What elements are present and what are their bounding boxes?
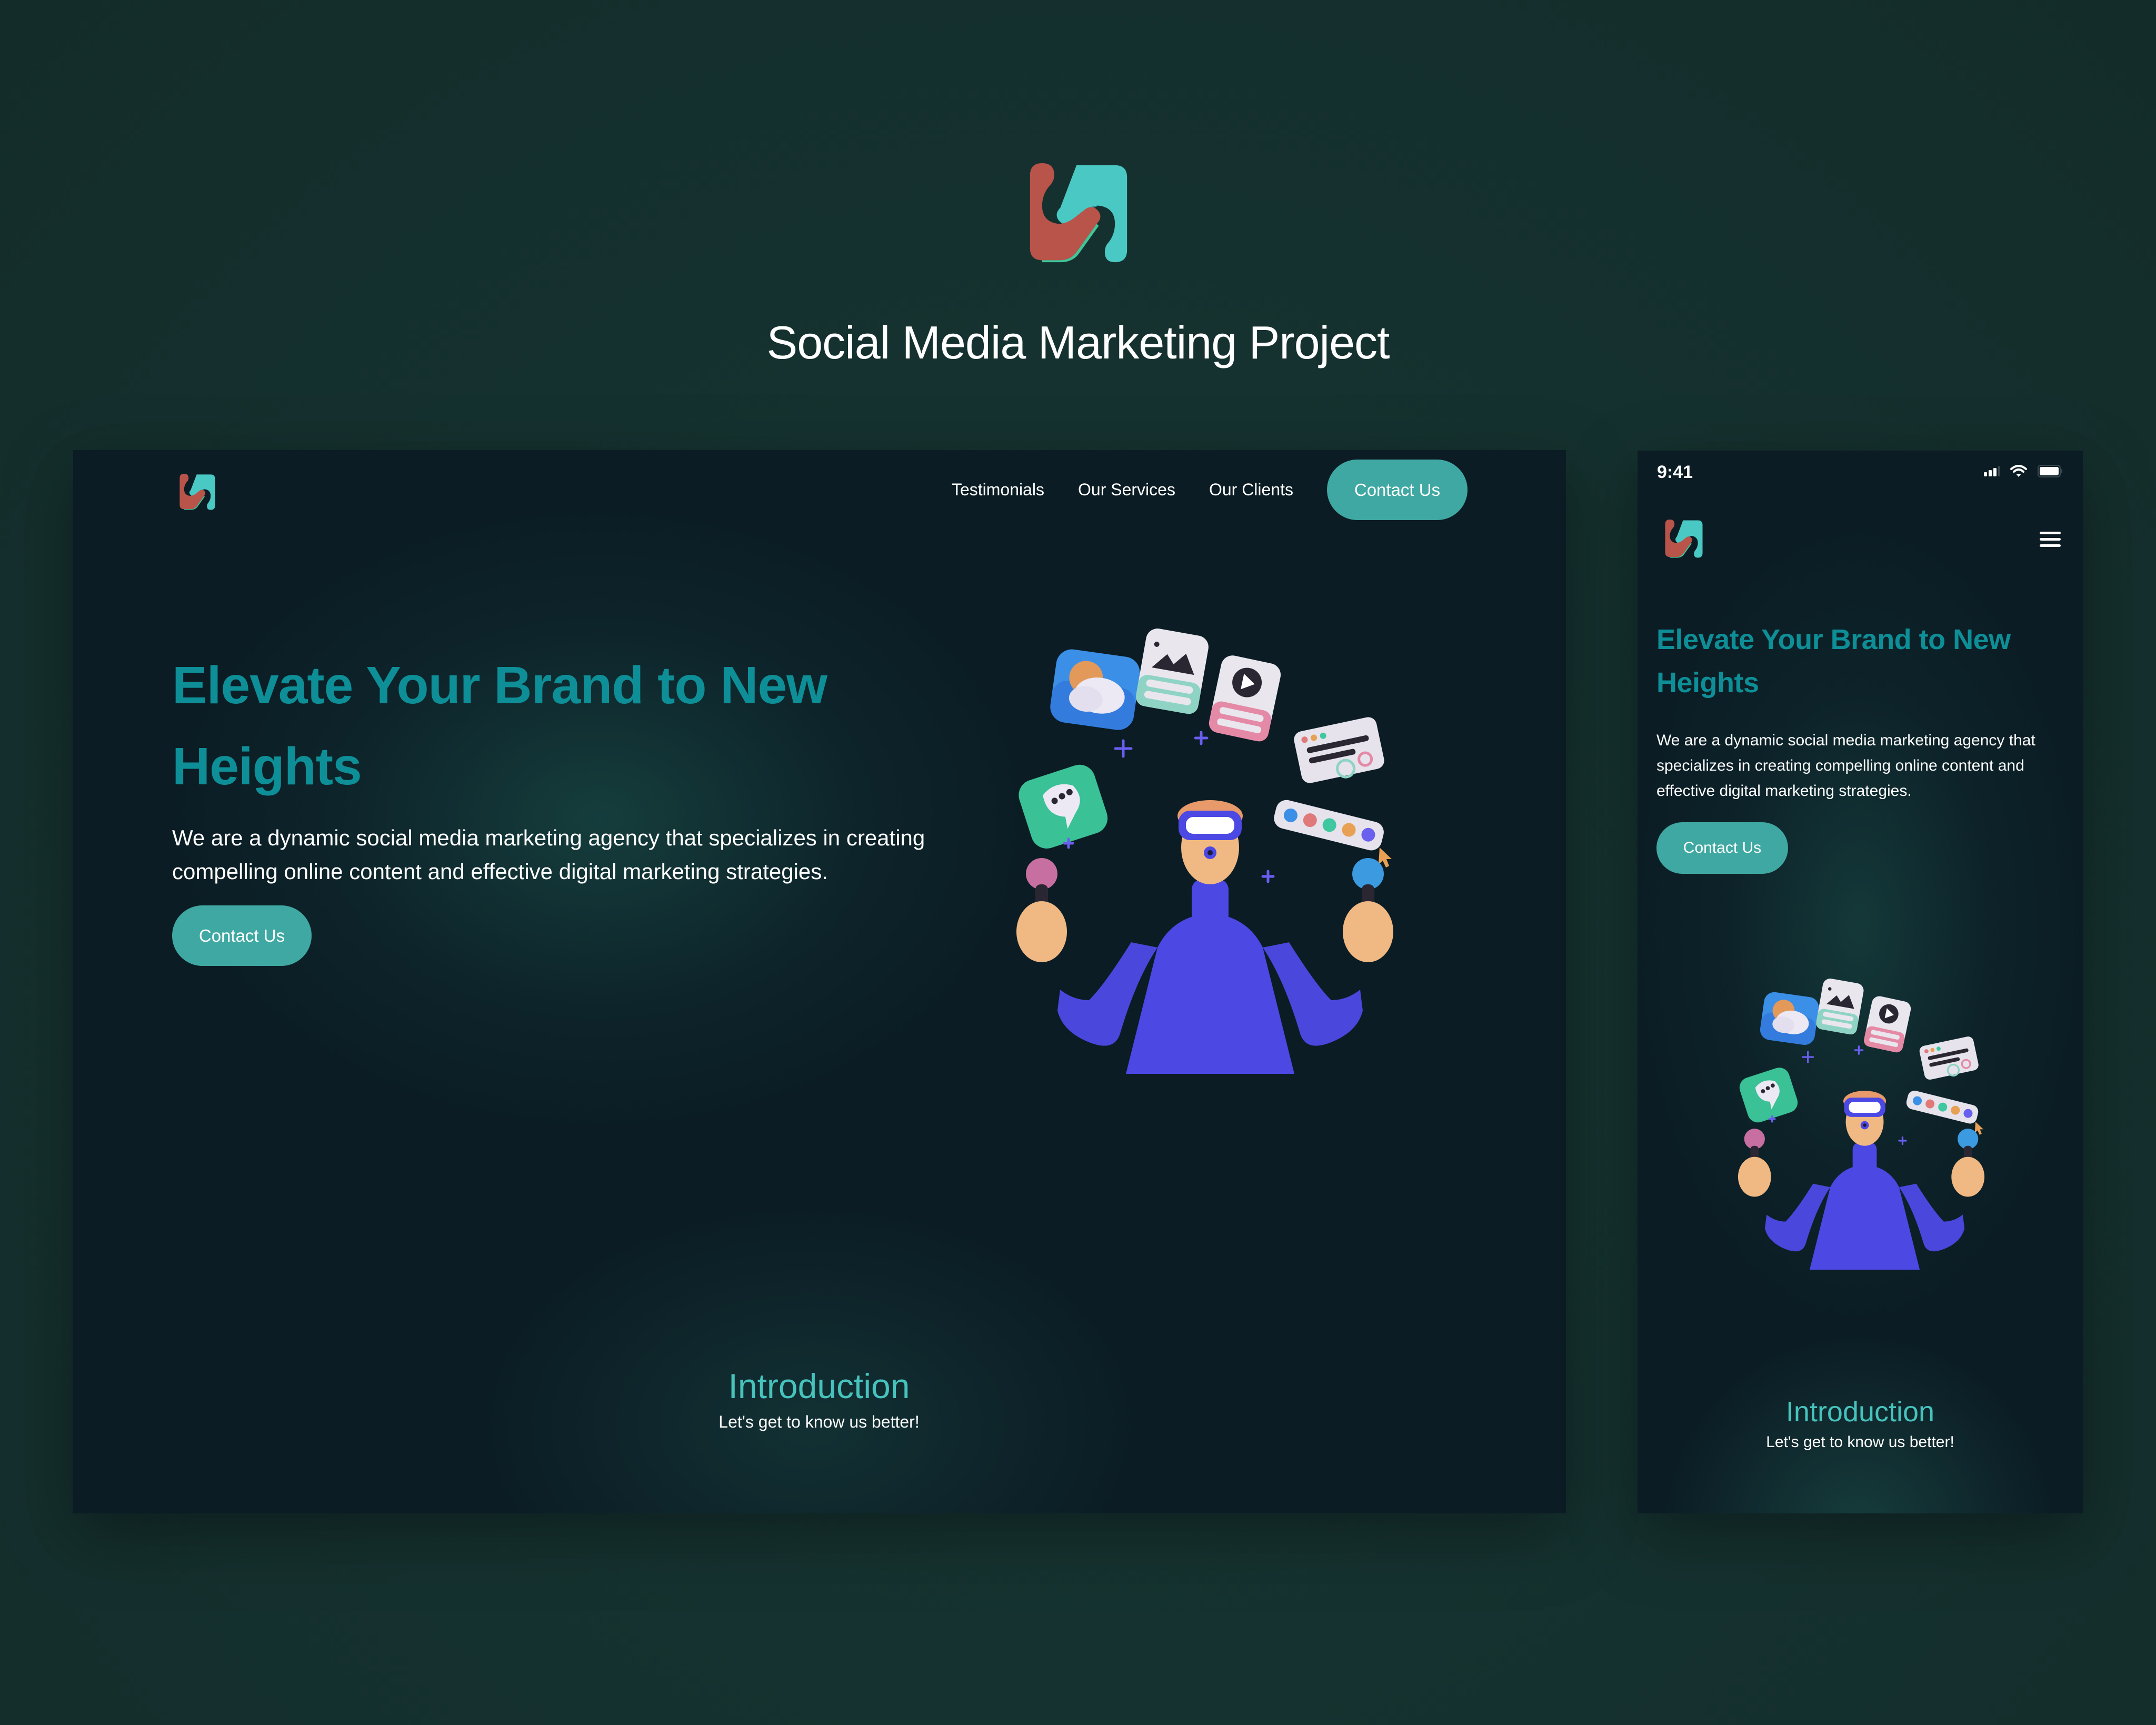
status-time: 9:41 [1657,462,1693,482]
battery-icon [2038,465,2062,477]
project-title: Social Media Marketing Project [766,316,1390,368]
mobile-mockup: 9:41 Elevate Your Brand to New Heights W… [1638,451,2083,1513]
hero-contact-button[interactable]: Contact Us [172,905,312,966]
desktop-mockup: Testimonials Our Services Our Clients Co… [73,450,1566,1513]
hero-title: Elevate Your Brand to New Heights [172,656,827,796]
nav-link-our-services[interactable]: Our Services [1078,480,1175,500]
hero-description: We are a dynamic social media marketing … [1656,732,2035,800]
nav-link-our-clients[interactable]: Our Clients [1209,480,1293,500]
signal-icon [1984,466,2000,476]
intro-section: Introduction Let's get to know us better… [1702,1395,2018,1451]
intro-title: Introduction [728,1367,910,1405]
desktop-nav: Testimonials Our Services Our Clients Co… [952,460,1468,520]
hero-description: We are a dynamic social media marketing … [172,825,925,884]
hamburger-menu-icon[interactable] [2040,532,2061,549]
intro-subtitle: Let's get to know us better! [718,1412,920,1431]
brand-logo-icon[interactable] [179,474,216,511]
brand-logo-icon [1028,163,1129,264]
hero-contact-button[interactable]: Contact Us [1656,822,1788,874]
intro-subtitle: Let's get to know us better! [1766,1433,1954,1451]
vr-person-illustration [1000,621,1410,1074]
nav-link-testimonials[interactable]: Testimonials [952,480,1044,500]
intro-section: Introduction Let's get to know us better… [661,1366,977,1432]
status-icons [1984,465,2063,477]
hero-title: Elevate Your Brand to New Heights [1656,624,2011,699]
intro-title: Introduction [1785,1396,1935,1428]
brand-logo-icon[interactable] [1664,520,1703,559]
wifi-icon [2010,465,2027,477]
nav-contact-button[interactable]: Contact Us [1327,460,1468,520]
vr-person-illustration [1727,972,1995,1272]
